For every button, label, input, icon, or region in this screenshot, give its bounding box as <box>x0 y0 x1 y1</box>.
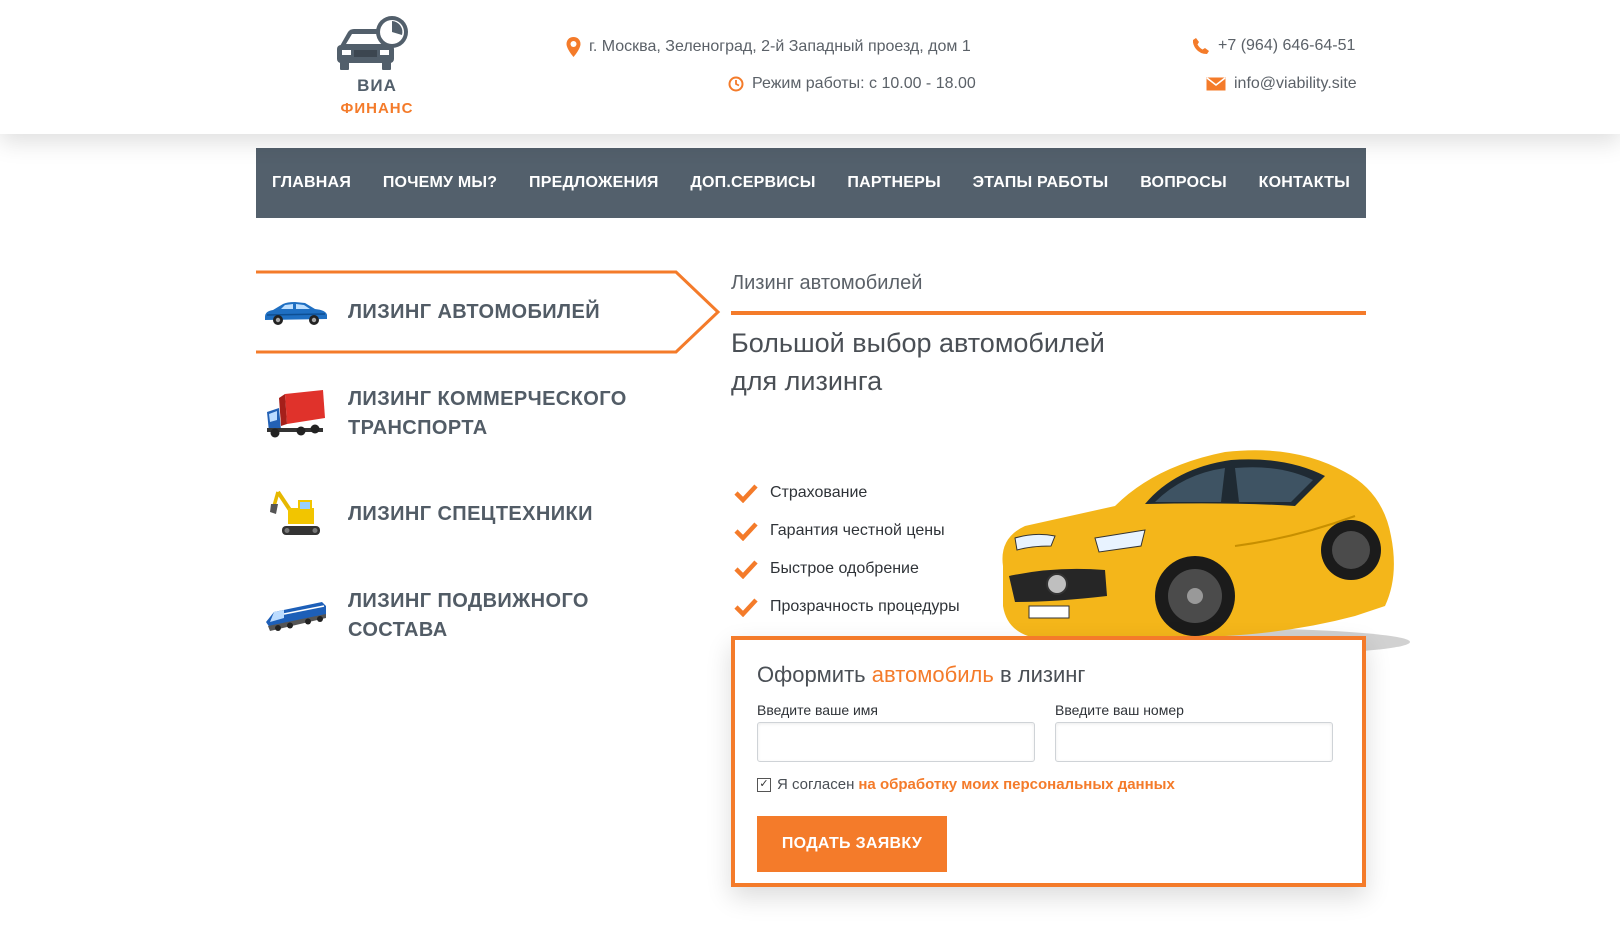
page-headline: Большой выбор автомобилей для лизинга <box>731 324 1105 400</box>
header-phone[interactable]: +7 (964) 646-64-51 <box>1192 37 1355 55</box>
clock-icon <box>728 76 744 92</box>
headline-line1: Большой выбор автомобилей <box>731 328 1105 358</box>
feature-text: Страхование <box>770 484 868 501</box>
menu-item-special-equipment-leasing[interactable]: ЛИЗИНГ СПЕЦТЕХНИКИ <box>256 488 593 540</box>
feature-text: Гарантия честной цены <box>770 522 945 539</box>
car-icon <box>265 302 327 325</box>
feature-item: Прозрачность процедуры <box>734 588 960 626</box>
feature-list: Страхование Гарантия честной цены Быстро… <box>734 474 960 626</box>
main-nav: ГЛАВНАЯ ПОЧЕМУ МЫ? ПРЕДЛОЖЕНИЯ ДОП.СЕРВИ… <box>256 148 1366 218</box>
header-hours: Режим работы: с 10.00 - 18.00 <box>728 75 976 93</box>
checkmark-icon <box>734 598 758 617</box>
menu-item-label: ЛИЗИНГ ПОДВИЖНОГО СОСТАВА <box>348 587 589 645</box>
feature-item: Гарантия честной цены <box>734 512 960 550</box>
phone-text[interactable]: +7 (964) 646-64-51 <box>1218 37 1355 55</box>
section-title: Лизинг автомобилей <box>731 272 923 294</box>
feature-text: Быстрое одобрение <box>770 560 919 577</box>
address-text: г. Москва, Зеленоград, 2-й Западный прое… <box>589 38 971 55</box>
submit-button[interactable]: ПОДАТЬ ЗАЯВКУ <box>757 816 947 872</box>
checkmark-icon <box>734 522 758 541</box>
brand-line1: ВИА <box>357 76 397 95</box>
section-divider <box>731 311 1366 315</box>
yellow-sports-car-image <box>1002 450 1410 656</box>
menu-item-label-line1: ЛИЗИНГ ПОДВИЖНОГО <box>348 590 589 612</box>
menu-item-label: ЛИЗИНГ АВТОМОБИЛЕЙ <box>348 300 600 323</box>
nav-item-offers[interactable]: ПРЕДЛОЖЕНИЯ <box>529 174 659 192</box>
consent-row: ✓ Я согласен на обработку моих персональ… <box>757 776 1175 793</box>
name-label: Введите ваше имя <box>757 702 879 718</box>
phone-icon <box>1192 38 1209 54</box>
checkmark-icon <box>734 560 758 579</box>
email-text[interactable]: info@viability.site <box>1234 75 1357 93</box>
menu-item-label-line2: ТРАНСПОРТА <box>348 417 488 439</box>
menu-item-commercial-leasing[interactable]: ЛИЗИНГ КОММЕРЧЕСКОГО ТРАНСПОРТА <box>256 385 627 443</box>
consent-text: Я согласен <box>777 776 855 793</box>
nav-item-extra-services[interactable]: ДОП.СЕРВИСЫ <box>690 174 815 192</box>
menu-item-rolling-stock-leasing[interactable]: ЛИЗИНГ ПОДВИЖНОГО СОСТАВА <box>256 587 589 645</box>
lease-request-form: Оформить автомобиль в лизинг Введите ваш… <box>731 636 1366 887</box>
form-title-after: в лизинг <box>999 662 1086 687</box>
site-header: ВИА ФИНАНС г. Москва, Зеленоград, 2-й За… <box>0 0 1620 134</box>
feature-item: Быстрое одобрение <box>734 550 960 588</box>
nav-item-contacts[interactable]: КОНТАКТЫ <box>1259 174 1350 192</box>
menu-item-label: ЛИЗИНГ КОММЕРЧЕСКОГО ТРАНСПОРТА <box>348 385 627 443</box>
nav-item-why-us[interactable]: ПОЧЕМУ МЫ? <box>383 174 497 192</box>
menu-item-label-line1: ЛИЗИНГ КОММЕРЧЕСКОГО <box>348 388 627 410</box>
nav-item-questions[interactable]: ВОПРОСЫ <box>1140 174 1227 192</box>
consent-checkbox[interactable]: ✓ <box>757 777 771 792</box>
name-input[interactable] <box>757 722 1035 762</box>
location-pin-icon <box>566 37 581 57</box>
form-title: Оформить автомобиль в лизинг <box>757 662 1085 688</box>
logo-car-icon <box>337 16 408 70</box>
excavator-icon <box>270 490 320 535</box>
header-address: г. Москва, Зеленоград, 2-й Западный прое… <box>566 37 971 57</box>
nav-item-home[interactable]: ГЛАВНАЯ <box>272 174 351 192</box>
headline-line2: для лизинга <box>731 366 883 396</box>
hours-text: Режим работы: с 10.00 - 18.00 <box>752 75 976 92</box>
menu-item-label-line2: СОСТАВА <box>348 619 448 641</box>
feature-item: Страхование <box>734 474 960 512</box>
privacy-policy-link[interactable]: на обработку моих персональных данных <box>858 776 1174 793</box>
phone-input[interactable] <box>1055 722 1333 762</box>
phone-label: Введите ваш номер <box>1055 702 1184 718</box>
brand-line2: ФИНАНС <box>340 100 414 117</box>
feature-text: Прозрачность процедуры <box>770 598 960 615</box>
checkmark-icon <box>734 484 758 503</box>
nav-item-partners[interactable]: ПАРТНЕРЫ <box>847 174 940 192</box>
menu-item-car-leasing[interactable]: ЛИЗИНГ АВТОМОБИЛЕЙ <box>256 286 600 338</box>
form-title-before: Оформить <box>757 662 866 687</box>
truck-icon <box>267 390 325 438</box>
menu-item-label: ЛИЗИНГ СПЕЦТЕХНИКИ <box>348 502 593 525</box>
form-title-accent: автомобиль <box>871 662 994 687</box>
logo[interactable]: ВИА ФИНАНС <box>322 12 432 117</box>
mail-icon <box>1206 77 1226 91</box>
nav-item-work-stages[interactable]: ЭТАПЫ РАБОТЫ <box>973 174 1109 192</box>
locomotive-icon <box>266 602 326 631</box>
header-email[interactable]: info@viability.site <box>1206 75 1357 93</box>
